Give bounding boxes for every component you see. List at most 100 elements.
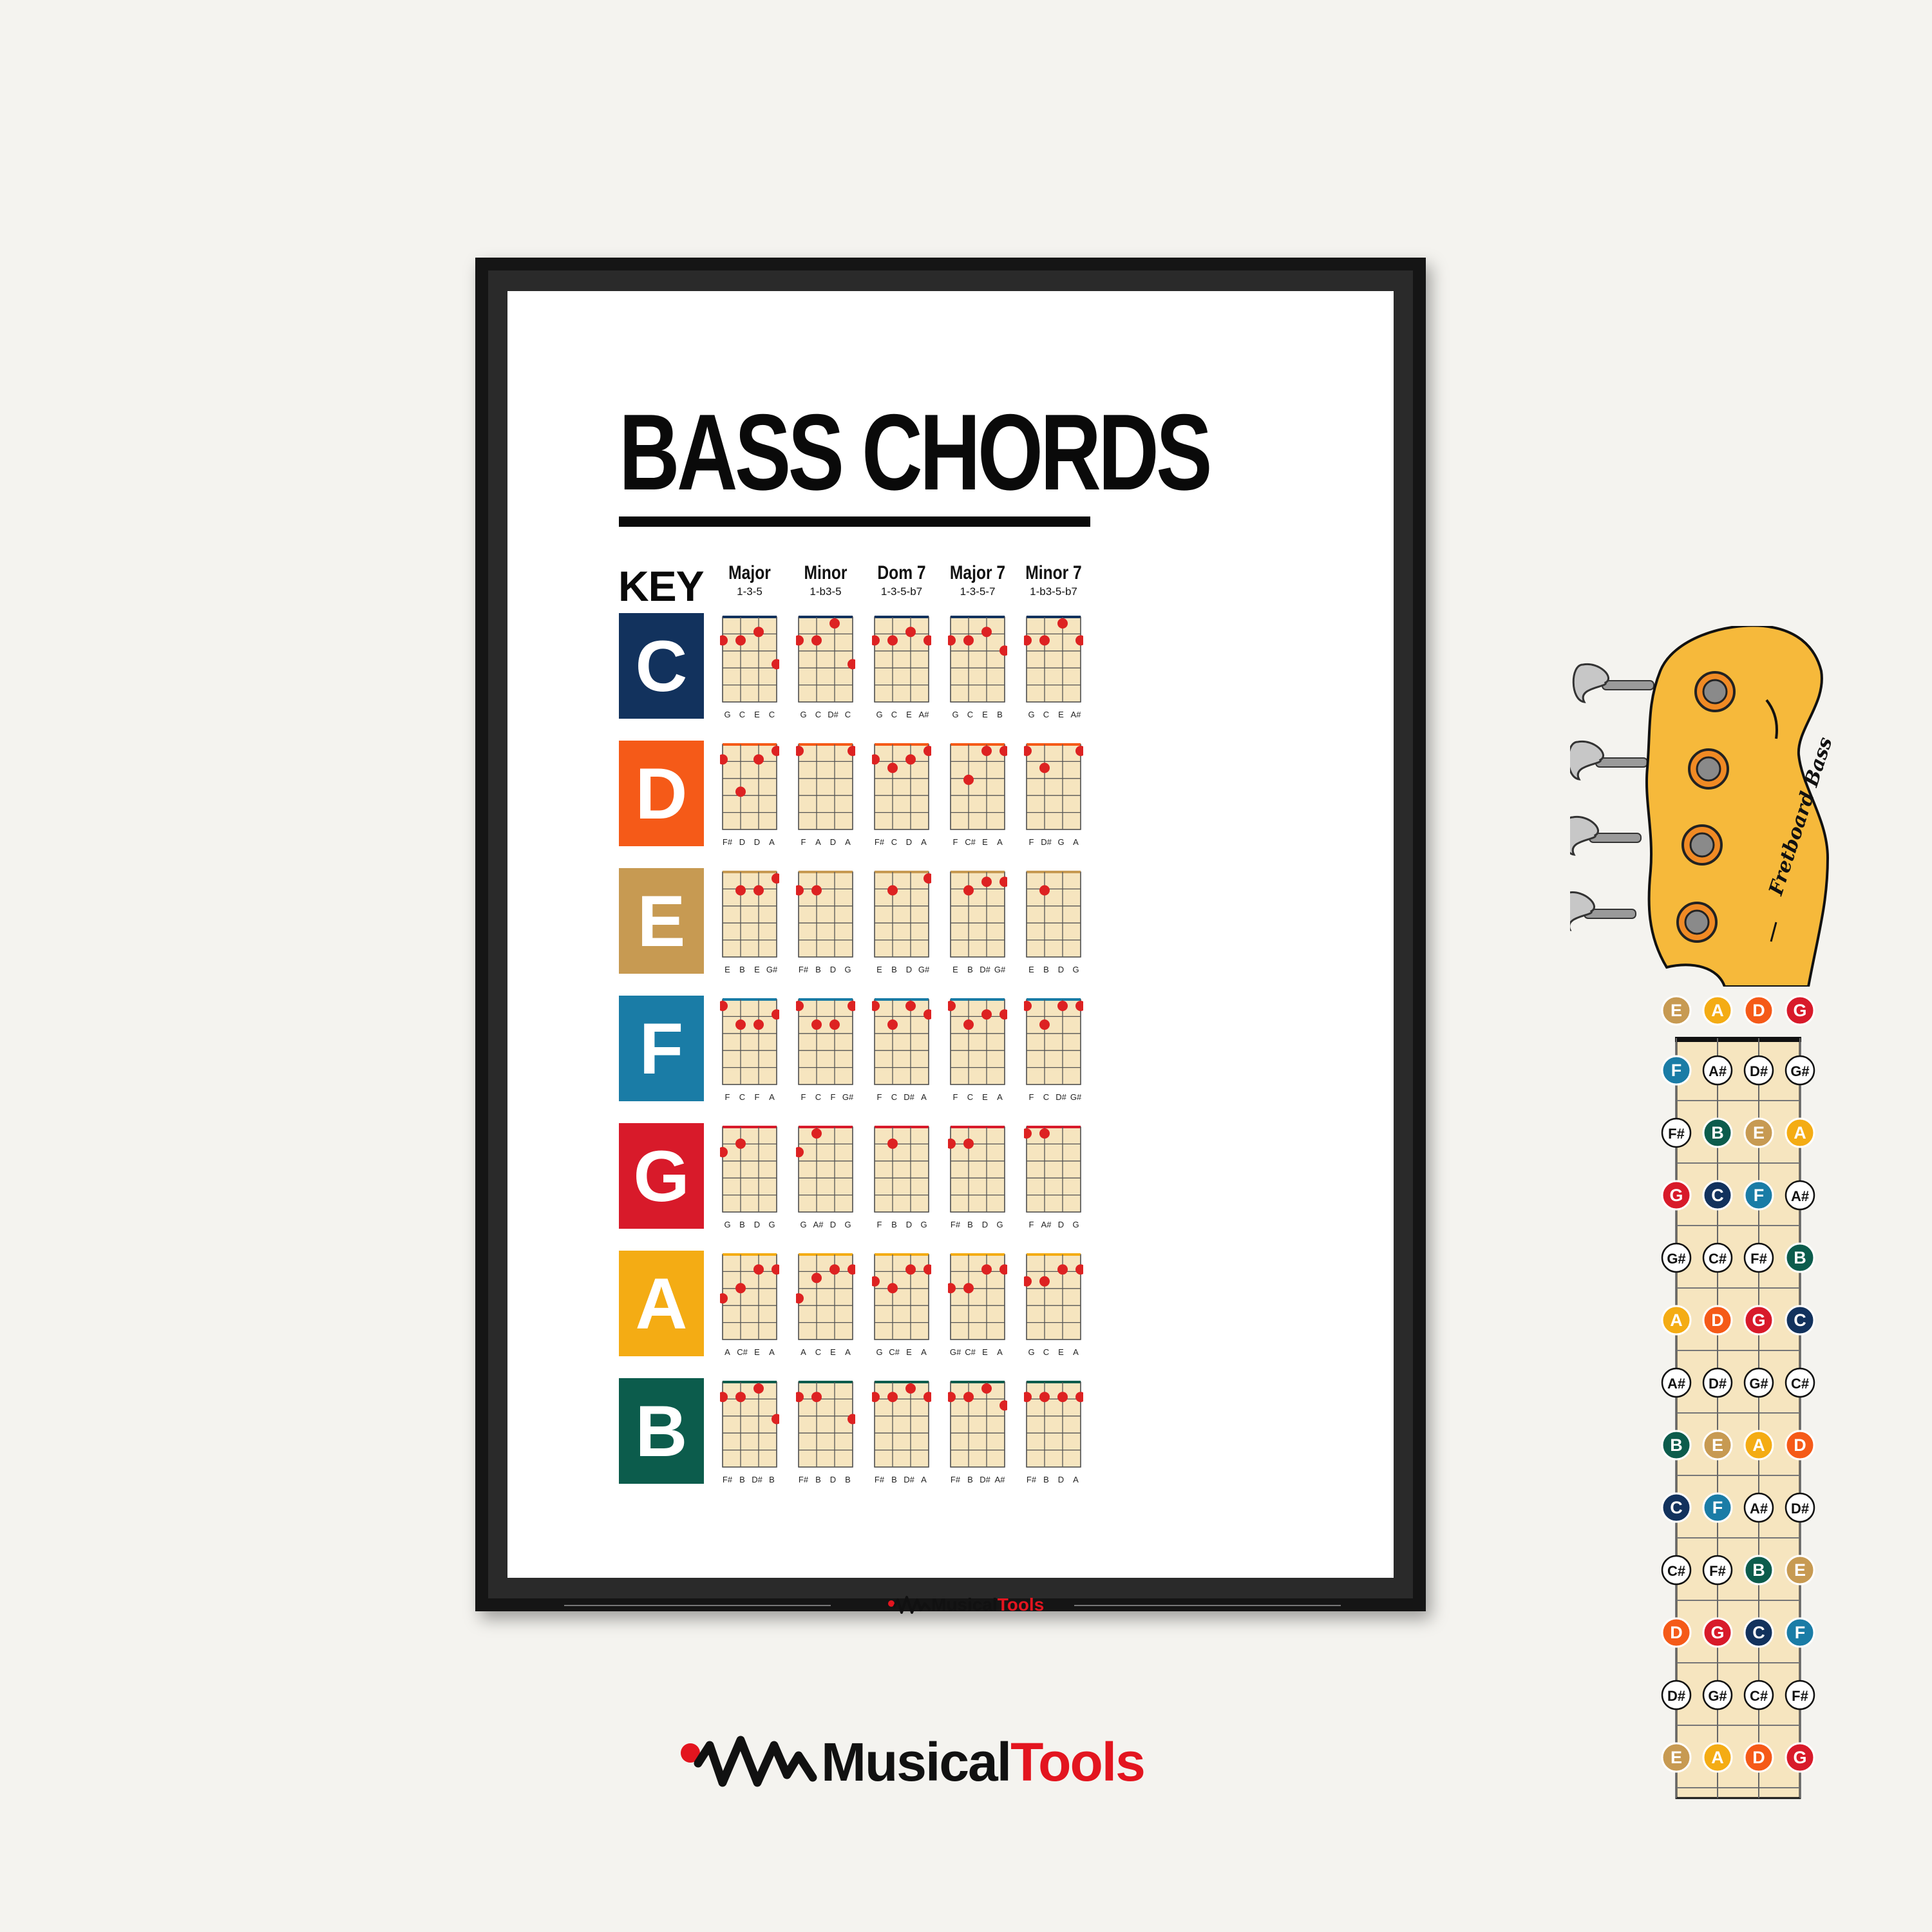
- finger-dot: [905, 1383, 916, 1394]
- fret-note: A#: [1702, 1055, 1733, 1086]
- chord-note: D: [829, 837, 837, 847]
- finger-dot: [981, 1009, 992, 1020]
- chord-note: G#: [949, 1347, 961, 1357]
- finger-dot: [963, 1138, 974, 1149]
- chord-note: B: [967, 1220, 973, 1229]
- chord-note: A: [845, 1347, 851, 1357]
- fretboard-grid: [950, 744, 1005, 830]
- fret-note: C#: [1702, 1242, 1733, 1273]
- chord-diagram: [1024, 1253, 1083, 1340]
- key-tile-f: F: [619, 996, 704, 1101]
- finger-dot: [1039, 1128, 1050, 1139]
- fret-note: C: [1785, 1305, 1815, 1336]
- poster-title: BASS CHORDS: [619, 394, 1213, 510]
- key-letter: F: [639, 1008, 684, 1089]
- tuning-peg: [1570, 891, 1636, 931]
- chord-note: A: [997, 837, 1003, 847]
- bass-headstock: Fretboard Bass: [1570, 626, 1834, 987]
- chord-diagram: [874, 1126, 929, 1213]
- chord-diagram: [796, 743, 855, 830]
- chord-note: B: [891, 965, 897, 974]
- fret-note: F: [1785, 1617, 1815, 1648]
- chord-notes: E B E G#: [720, 965, 779, 978]
- key-letter: G: [633, 1135, 690, 1217]
- fret-note: B: [1702, 1117, 1733, 1148]
- chord-note: E: [724, 965, 730, 974]
- nut: [1027, 871, 1081, 873]
- fret-note-label: G#: [1667, 1251, 1685, 1267]
- chord-diagram: [796, 616, 855, 703]
- chord-diagram: [948, 998, 1007, 1085]
- brand-logo-word2: Tools: [1010, 1732, 1146, 1792]
- chord-note: F: [952, 1092, 958, 1102]
- chord-note: C#: [965, 1347, 976, 1357]
- finger-dot: [981, 746, 992, 756]
- key-tile-b: B: [619, 1378, 704, 1484]
- fretboard-grid: [950, 1126, 1005, 1213]
- chord-notes: GCEA: [1024, 1347, 1083, 1360]
- nut: [799, 743, 853, 746]
- finger-dot: [1057, 618, 1068, 629]
- fret-note: B: [1661, 1430, 1692, 1461]
- finger-dot: [963, 885, 974, 896]
- fret-note: D: [1743, 1742, 1774, 1773]
- brand-logo-text: MusicalTools: [821, 1731, 1146, 1794]
- chord-note: D#: [1056, 1092, 1066, 1102]
- chord-notes: F A# D G: [1024, 1220, 1083, 1233]
- finger-dot: [735, 1392, 746, 1403]
- chord-diagram: [872, 1381, 931, 1468]
- fretboard-grid: [950, 871, 1005, 958]
- fret-note-label: E: [1671, 1748, 1682, 1767]
- key-letter: E: [637, 880, 686, 961]
- nut: [1027, 1253, 1081, 1256]
- nut: [723, 1126, 777, 1128]
- fret-note-label: F: [1754, 1186, 1765, 1205]
- nut: [1027, 743, 1081, 746]
- tuning-peg: [1570, 815, 1642, 856]
- fret-note: E: [1743, 1117, 1774, 1148]
- fret-note: F#: [1785, 1680, 1815, 1710]
- chord-diagram: [720, 1126, 777, 1213]
- fretboard-grid: [874, 871, 929, 958]
- fret-note: E: [1661, 1742, 1692, 1773]
- fret-note-label: F#: [1750, 1251, 1767, 1267]
- chord-note: B: [891, 1475, 897, 1484]
- fret-note-label: G: [1793, 1001, 1806, 1020]
- chord-note: C: [967, 710, 974, 719]
- finger-dot: [735, 635, 746, 646]
- fret-note-label: C#: [1750, 1688, 1768, 1704]
- chord-note: A: [1073, 837, 1079, 847]
- chord-diagram: [720, 1381, 779, 1468]
- chord-note: F#: [1026, 1475, 1037, 1484]
- chord-note: G: [800, 1220, 807, 1229]
- nut: [799, 1253, 853, 1256]
- chord-note: G: [844, 1220, 851, 1229]
- chord-note: E: [876, 965, 882, 974]
- fret-note-label: E: [1671, 1001, 1682, 1020]
- nut: [723, 616, 777, 618]
- fret-note-label: D: [1752, 1001, 1765, 1020]
- chord-note: F#: [722, 1475, 733, 1484]
- fret-note: D: [1743, 995, 1774, 1026]
- chord-note: G: [996, 1220, 1003, 1229]
- chord-formula: 1-3-5-b7: [880, 585, 923, 598]
- chord-note: E: [952, 965, 958, 974]
- chord-note: E: [982, 710, 988, 719]
- chord-note: E: [830, 1347, 836, 1357]
- fret-note: C: [1702, 1180, 1733, 1211]
- nut: [875, 871, 929, 873]
- chord-note: B: [769, 1475, 775, 1484]
- finger-dot: [811, 885, 822, 896]
- chord-note: C: [815, 1092, 822, 1102]
- fret-note: F: [1661, 1055, 1692, 1086]
- fret-note: G#: [1702, 1680, 1733, 1710]
- chord-formula: 1-b3-5: [810, 585, 842, 598]
- fret-note-label: B: [1794, 1248, 1806, 1267]
- finger-dot: [735, 786, 746, 797]
- fretboard-grid: [1026, 616, 1081, 703]
- chord-formula: 1-3-5: [737, 585, 762, 598]
- finger-dot: [1057, 1264, 1068, 1275]
- key-tile-e: E: [619, 868, 704, 974]
- chord-note: A: [921, 1475, 927, 1484]
- fret-note-label: E: [1794, 1560, 1806, 1580]
